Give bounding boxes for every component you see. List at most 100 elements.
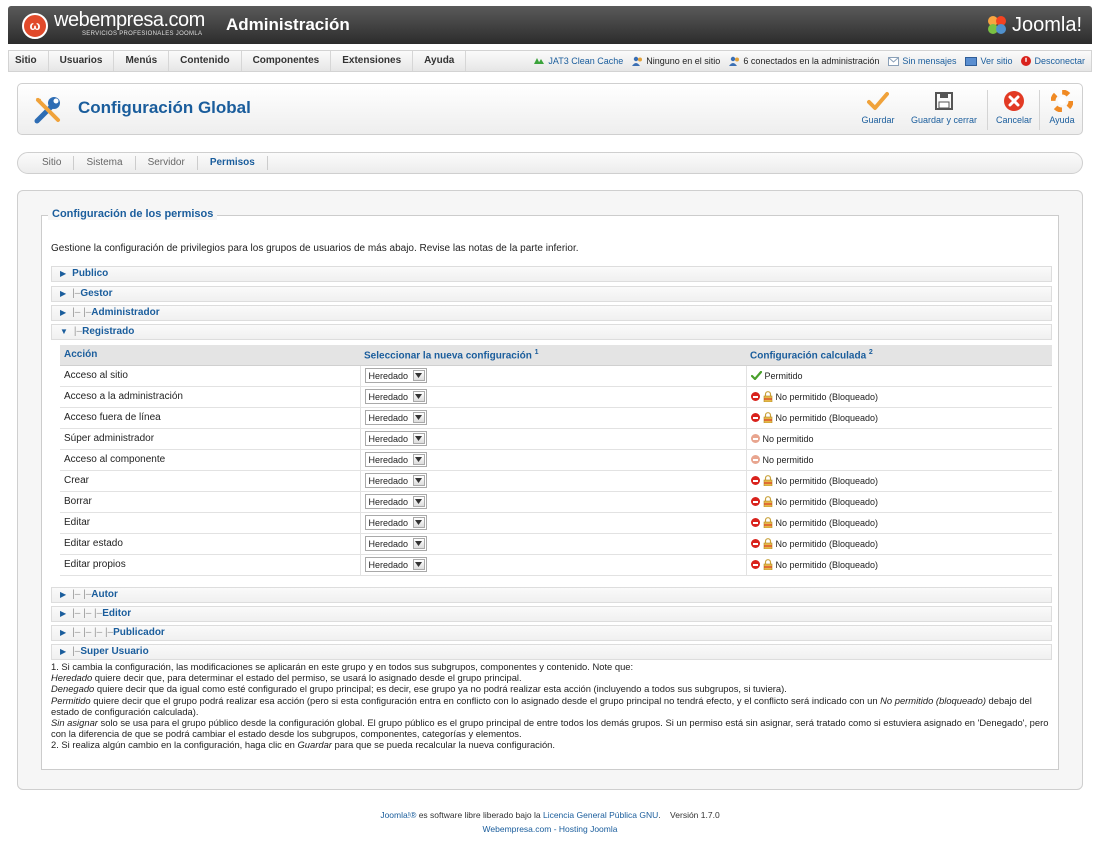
calculated-status-label: No permitido (Bloqueado) [775,391,879,402]
col-action-header: Acción [60,345,360,366]
denied-icon [750,539,760,548]
permission-select[interactable]: Heredado [364,494,427,509]
lock-icon [763,391,772,402]
group-administrador[interactable]: ▶ |– |–Administrador [51,305,1052,321]
permission-select-cell: Heredado [360,407,747,429]
status-bar: JAT3 Clean Cache Ninguno en el sitio 6 c… [533,51,1085,71]
group-editor[interactable]: ▶ |– |– |–Editor [51,606,1052,622]
calculated-status: Permitido [750,371,1049,381]
permission-action: Acceso al sitio [60,365,361,387]
permission-select[interactable]: Heredado [364,515,427,530]
menu-item-contenido[interactable]: Contenido [169,51,242,71]
permission-calculated: Permitido [746,365,1052,387]
clean-cache-label: JAT3 Clean Cache [548,56,624,66]
logout-link[interactable]: Desconectar [1021,56,1085,66]
permission-row: Editar Heredado No permitido (Bloqueado) [60,512,1052,534]
toolbar-divider [987,90,988,130]
calculated-status: No permitido (Bloqueado) [750,475,1049,486]
main-menu-bar: Sitio Usuarios Menús Contenido Component… [8,50,1092,72]
denied-icon [750,560,760,569]
permission-row: Acceso al componente Heredado No permitido [60,449,1052,471]
cancel-icon [1004,91,1024,111]
group-indent: |– |– |– [72,608,103,619]
top-header: ω webempresa.com SERVICIOS PROFESIONALES… [8,6,1092,44]
permission-calculated: No permitido (Bloqueado) [746,512,1052,534]
menu-item-menus[interactable]: Menús [114,51,170,71]
expand-arrow-icon: ▶ [60,590,67,599]
hosting-link[interactable]: Webempresa.com - Hosting Joomla [0,822,1100,836]
permission-select[interactable]: Heredado [364,389,427,404]
permission-action: Acceso al componente [60,449,361,471]
group-name: Editor [102,608,132,619]
permission-select[interactable]: Heredado [364,368,427,383]
group-autor[interactable]: ▶ |– |–Autor [51,587,1052,603]
tab-servidor[interactable]: Servidor [136,156,198,170]
permission-action: Borrar [60,491,361,513]
menu-item-usuarios[interactable]: Usuarios [49,51,115,71]
note-2: 2. Si realiza algún cambio en la configu… [51,739,555,751]
menu-item-extensiones[interactable]: Extensiones [331,51,414,71]
group-super-usuario[interactable]: ▶ |–Super Usuario [51,644,1052,660]
permission-action: Crear [60,470,361,492]
tab-permisos[interactable]: Permisos [198,156,268,170]
group-registrado[interactable]: ▼ |–Registrado [51,324,1052,340]
view-site-link[interactable]: Ver sitio [965,56,1012,66]
group-name: Publicador [113,627,165,638]
denied-icon [750,413,760,422]
note-1: 1. Si cambia la configuración, las modif… [51,661,634,672]
page-title: Configuración Global [78,98,251,117]
group-gestor[interactable]: ▶ |–Gestor [51,286,1052,302]
messages-label: Sin mensajes [902,56,957,66]
permission-select-value: Heredado [368,412,409,423]
cancel-label: Cancelar [995,115,1033,125]
cancel-button[interactable]: Cancelar [992,90,1036,130]
expand-arrow-icon: ▶ [60,289,67,298]
permission-calculated: No permitido (Bloqueado) [746,491,1052,513]
expand-arrow-icon: ▶ [60,308,67,317]
lock-icon [763,412,772,423]
permission-action: Editar estado [60,533,361,555]
calculated-status: No permitido (Bloqueado) [750,517,1049,528]
permission-action: Acceso a la administración [60,386,361,408]
save-button[interactable]: Guardar [856,90,900,130]
lock-icon [763,559,772,570]
permission-select[interactable]: Heredado [364,410,427,425]
permission-select-cell: Heredado [360,386,747,408]
group-name: Registrado [82,326,135,337]
permission-select[interactable]: Heredado [364,431,427,446]
permission-select-value: Heredado [368,538,409,549]
group-publicador[interactable]: ▶ |– |– |– |–Publicador [51,625,1052,641]
note-sin-asignar: Sin asignar solo se usa para el grupo pú… [51,717,1049,740]
permission-select[interactable]: Heredado [364,536,427,551]
group-publico[interactable]: ▶ Publico [51,266,1052,282]
calculated-status: No permitido [750,455,1049,465]
admin-users-icon [729,56,740,66]
tab-sistema[interactable]: Sistema [74,156,136,170]
permission-select[interactable]: Heredado [364,473,427,488]
menu-item-sitio[interactable]: Sitio [9,51,49,71]
messages-link[interactable]: Sin mensajes [888,56,956,66]
tab-sitio[interactable]: Sitio [30,156,75,170]
permission-select-value: Heredado [368,370,409,381]
users-in-admin: 6 conectados en la administración [729,56,879,66]
permission-row: Acceso a la administración Heredado No per… [60,386,1052,408]
calculated-status: No permitido (Bloqueado) [750,496,1049,507]
clean-cache-link[interactable]: JAT3 Clean Cache [533,56,623,66]
footer-text: es software libre liberado bajo la [416,810,543,820]
webempresa-logo-icon: ω [22,13,48,39]
permission-select-value: Heredado [368,475,409,486]
menu-item-componentes[interactable]: Componentes [242,51,332,71]
help-lifebuoy-icon [1051,90,1073,112]
permission-select[interactable]: Heredado [364,452,427,467]
calculated-status: No permitido (Bloqueado) [750,391,1049,402]
wrench-screwdriver-icon [34,97,60,124]
chevron-down-icon [412,370,425,381]
config-tabs: Sitio Sistema Servidor Permisos [17,152,1083,174]
joomla-link[interactable]: Joomla!® [380,810,416,820]
permission-row: Crear Heredado No permitido (Bloqueado) [60,470,1052,492]
license-link[interactable]: Licencia General Pública GNU [543,810,658,820]
permission-select[interactable]: Heredado [364,557,427,572]
menu-item-ayuda[interactable]: Ayuda [413,51,467,71]
save-close-button[interactable]: Guardar y cerrar [904,90,984,130]
help-button[interactable]: Ayuda [1043,90,1081,130]
